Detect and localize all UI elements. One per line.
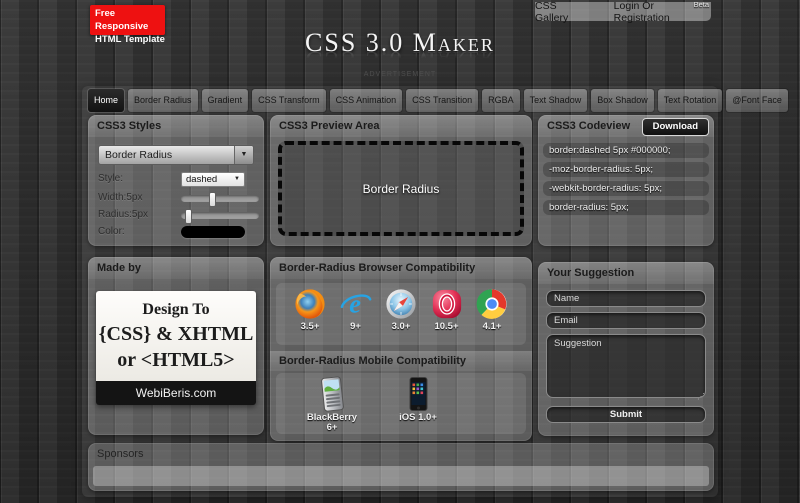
css3-preview-title: CSS3 Preview Area xyxy=(270,115,532,137)
blackberry-icon xyxy=(320,376,344,412)
firefox-icon xyxy=(294,288,326,320)
made-by-title: Made by xyxy=(88,257,264,279)
sponsors-title: Sponsors xyxy=(88,443,714,465)
radius-slider[interactable] xyxy=(181,212,259,219)
suggestion-field[interactable]: Suggestion xyxy=(546,334,706,398)
webiberis-footer: WebiBeris.com xyxy=(96,381,256,405)
ad-line: {CSS} & XHTML xyxy=(96,321,256,347)
tab-css-animation[interactable]: CSS Animation xyxy=(330,89,403,112)
mobile-compat-title: Border-Radius Mobile Compatibility xyxy=(270,351,532,371)
ad-line: or <HTML5> xyxy=(96,347,256,373)
sponsors-panel: Sponsors xyxy=(88,443,714,491)
compatibility-panel: Border-Radius Browser Compatibility 3.5+… xyxy=(270,257,532,441)
code-line: -moz-border-radius: 5px; xyxy=(543,162,709,177)
width-label: Width:5px xyxy=(98,192,142,203)
main-tab-bar: Home Border Radius Gradient CSS Transfor… xyxy=(88,89,788,112)
tab-css-transform[interactable]: CSS Transform xyxy=(252,89,326,112)
suggestion-panel: Your Suggestion Suggestion ⋰ Submit xyxy=(538,262,714,436)
chevron-down-icon: ▼ xyxy=(234,173,240,186)
name-field[interactable] xyxy=(546,290,706,307)
css3-styles-panel: CSS3 Styles Border Radius ▼ Style: ▼ das… xyxy=(88,115,264,246)
ios-item: iOS 1.0+ xyxy=(388,377,448,434)
iphone-icon xyxy=(409,377,428,411)
chrome-item: 4.1+ xyxy=(470,283,514,345)
css-gallery-link[interactable]: CSS Gallery xyxy=(535,0,592,24)
ie-version: 9+ xyxy=(350,322,361,332)
browser-compat-title: Border-Radius Browser Compatibility xyxy=(270,257,532,279)
opera-version: 10.5+ xyxy=(434,322,458,332)
width-slider[interactable] xyxy=(181,195,259,202)
ios-version: iOS 1.0+ xyxy=(399,413,437,423)
tab-rgba[interactable]: RGBA xyxy=(482,89,520,112)
color-label: Color: xyxy=(98,226,125,237)
top-nav: CSS Gallery Login Or Registration Beta xyxy=(535,2,711,21)
blackberry-item: BlackBerry 6+ xyxy=(302,377,362,434)
safari-item: 3.0+ xyxy=(379,283,423,345)
tab-text-rotation[interactable]: Text Rotation xyxy=(658,89,723,112)
download-button[interactable]: Download xyxy=(642,118,709,136)
css3-codeview-panel: CSS3 Codeview Download border:dashed 5px… xyxy=(538,115,714,246)
color-row: Color: xyxy=(98,225,254,241)
chrome-icon xyxy=(476,288,508,320)
opera-icon xyxy=(431,288,463,320)
browser-compat-list: 3.5+ e 9+ xyxy=(276,283,526,345)
css3-preview-panel: CSS3 Preview Area Border Radius xyxy=(270,115,532,246)
chevron-down-icon: ▼ xyxy=(234,146,253,164)
css3-codeview-title: CSS3 Codeview xyxy=(547,120,630,132)
opera-item: 10.5+ xyxy=(425,283,469,345)
site-title: CSS 3.0 Maker xyxy=(0,28,800,58)
safari-version: 3.0+ xyxy=(392,322,411,332)
ie-item: e 9+ xyxy=(334,283,378,345)
blackberry-version: BlackBerry 6+ xyxy=(302,413,362,433)
resize-grip-icon[interactable]: ⋰ xyxy=(697,392,704,401)
code-line: border-radius: 5px; xyxy=(543,200,709,215)
chrome-version: 4.1+ xyxy=(483,322,502,332)
css3-maker-page: Free Responsive HTML Template CSS Galler… xyxy=(0,0,800,503)
radius-label: Radius:5px xyxy=(98,209,148,220)
tab-css-transition[interactable]: CSS Transition xyxy=(406,89,478,112)
css3-styles-title: CSS3 Styles xyxy=(88,115,264,137)
firefox-version: 3.5+ xyxy=(301,322,320,332)
tab-gradient[interactable]: Gradient xyxy=(202,89,249,112)
submit-button[interactable]: Submit xyxy=(546,406,706,423)
style-select-value: dashed xyxy=(186,174,217,185)
ad-line: Design To xyxy=(96,299,256,321)
radius-slider-handle[interactable] xyxy=(185,209,192,224)
preview-box: Border Radius xyxy=(278,141,524,236)
ad-card-body: Design To {CSS} & XHTML or <HTML5> xyxy=(96,291,256,381)
tab-text-shadow[interactable]: Text Shadow xyxy=(524,89,588,112)
email-field[interactable] xyxy=(546,312,706,329)
tab-home[interactable]: Home xyxy=(88,89,124,112)
width-slider-handle[interactable] xyxy=(209,192,216,207)
tab-font-face[interactable]: @Font Face xyxy=(726,89,788,112)
advertisement-label: ADVERTISEMENT xyxy=(0,71,800,78)
code-line: -webkit-border-radius: 5px; xyxy=(543,181,709,196)
svg-text:e: e xyxy=(349,289,361,318)
internet-explorer-icon: e xyxy=(340,288,372,320)
preset-select-value: Border Radius xyxy=(105,149,172,161)
width-row: Width:5px xyxy=(98,191,254,207)
preview-text: Border Radius xyxy=(363,182,440,196)
firefox-item: 3.5+ xyxy=(288,283,332,345)
color-picker[interactable] xyxy=(181,226,245,238)
mobile-compat-list: BlackBerry 6+ iOS 1.0+ xyxy=(276,373,526,434)
radius-row: Radius:5px xyxy=(98,208,254,224)
code-lines: border:dashed 5px #000000; -moz-border-r… xyxy=(543,143,709,219)
beta-label: Beta xyxy=(694,0,709,9)
style-label: Style: xyxy=(98,173,123,184)
css3-codeview-header: CSS3 Codeview Download xyxy=(538,115,714,137)
webiberis-ad-link[interactable]: Design To {CSS} & XHTML or <HTML5> WebiB… xyxy=(96,291,256,405)
style-select[interactable]: ▼ dashed xyxy=(181,172,245,187)
tab-border-radius[interactable]: Border Radius xyxy=(128,89,198,112)
sponsors-placeholder xyxy=(93,466,709,486)
safari-icon xyxy=(385,288,417,320)
preset-select[interactable]: Border Radius ▼ xyxy=(98,145,254,165)
code-line: border:dashed 5px #000000; xyxy=(543,143,709,158)
suggestion-title: Your Suggestion xyxy=(538,262,714,284)
tab-box-shadow[interactable]: Box Shadow xyxy=(591,89,654,112)
style-row: Style: ▼ dashed xyxy=(98,172,254,188)
made-by-panel: Made by Design To {CSS} & XHTML or <HTML… xyxy=(88,257,264,435)
